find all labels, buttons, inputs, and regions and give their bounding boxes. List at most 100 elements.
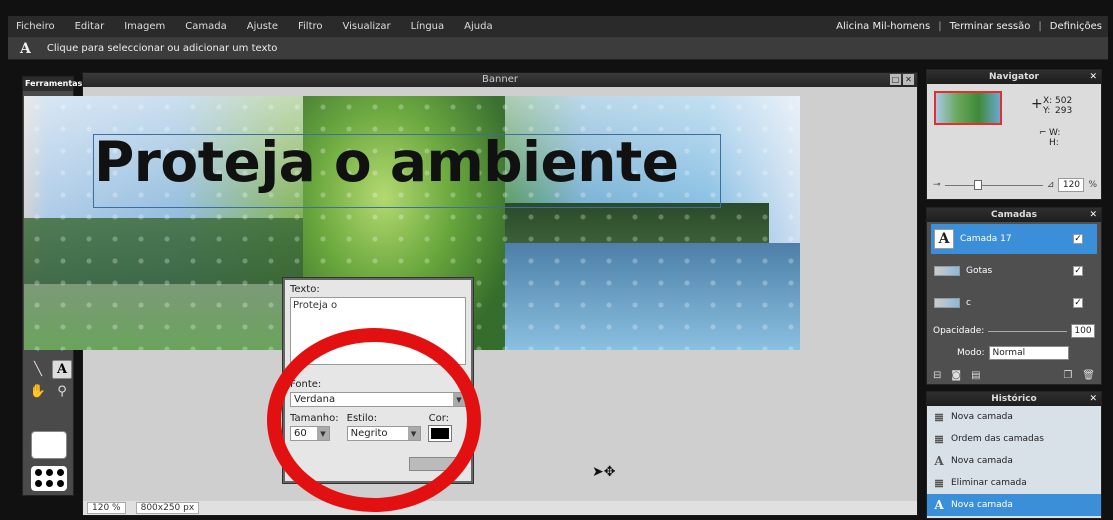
menu-ficheiro[interactable]: Ficheiro (16, 21, 55, 32)
trash-icon[interactable]: 🗑 (1082, 370, 1095, 381)
text-tool-icon: A (20, 40, 31, 57)
document-title: Banner (482, 74, 518, 85)
mode-label: Modo: (957, 348, 985, 358)
history-item[interactable]: ≣ Nova camada (927, 406, 1101, 428)
blend-mode-row: Modo: Normal (957, 346, 1095, 360)
text-step-icon: A (934, 454, 944, 468)
zoom-slider-row: ⊸ ⊿ 120 % (933, 178, 1097, 192)
close-icon[interactable]: ✕ (1089, 208, 1097, 222)
history-item-label: Ordem das camadas (951, 434, 1044, 444)
menu-imagem[interactable]: Imagem (124, 21, 165, 32)
y-value: 293 (1055, 106, 1073, 116)
opacity-label: Opacidade: (933, 326, 985, 336)
visibility-checkbox[interactable]: ✓ (1073, 266, 1083, 276)
history-panel: Histórico ✕ ≣ Nova camada ≣ Ordem das ca… (926, 391, 1102, 519)
zoom-unit: % (1088, 180, 1097, 190)
layers-panel: Camadas ✕ A Camada 17 ✓ Gotas ✓ c ✓ Opac… (926, 207, 1102, 385)
settings-link[interactable]: Definições (1050, 21, 1102, 32)
x-value: 502 (1055, 96, 1073, 106)
visibility-checkbox[interactable]: ✓ (1073, 234, 1083, 244)
color-swatch[interactable] (31, 431, 67, 459)
x-label: X: (1043, 96, 1053, 106)
history-item[interactable]: A Nova camada (927, 450, 1101, 472)
layer-thumbnail (934, 298, 960, 308)
opacity-input[interactable]: 100 (1071, 324, 1095, 338)
menu-ajuda[interactable]: Ajuda (464, 21, 492, 32)
document-titlebar[interactable]: Banner □ ✕ (83, 73, 917, 87)
navigator-title-label: Navigator (989, 72, 1039, 82)
banner-headline[interactable]: Proteja o ambiente (94, 130, 679, 194)
tool-hint: Clique para seleccionar ou adicionar um … (46, 43, 278, 54)
layer-name: Gotas (966, 266, 993, 276)
history-title[interactable]: Histórico ✕ (927, 392, 1101, 406)
cursor-coordinates: + X: 502 Y: 293 (1031, 96, 1083, 116)
visibility-checkbox[interactable]: ✓ (1073, 298, 1083, 308)
eyedropper-icon[interactable]: ╲ (28, 360, 48, 379)
new-layer-icon[interactable]: ❐ (1063, 370, 1072, 381)
type-tool-icon[interactable]: A (52, 360, 72, 379)
user-name[interactable]: Alicina Mil-homens (836, 21, 930, 32)
highlight-circle (267, 328, 481, 512)
separator: | (1038, 21, 1042, 32)
history-item[interactable]: ≣ Eliminar camada (927, 472, 1101, 494)
document-status-bar: 120 % 800x250 px (83, 501, 917, 515)
history-item[interactable]: ≣ Ordem das camadas (927, 428, 1101, 450)
close-icon[interactable]: ✕ (1089, 70, 1097, 84)
history-item-label: Eliminar camada (951, 478, 1027, 488)
history-item-label: Nova camada (951, 456, 1013, 466)
mode-select[interactable]: Normal (988, 346, 1069, 360)
layer-item[interactable]: Gotas ✓ (931, 256, 1097, 286)
zoom-slider[interactable] (944, 179, 1043, 190)
history-step-icon: ≣ (933, 432, 945, 446)
menu-bar: Ficheiro Editar Imagem Camada Ajuste Fil… (8, 16, 1108, 38)
menu-lingua[interactable]: Língua (411, 21, 445, 32)
navigator-thumbnail[interactable] (934, 91, 1002, 125)
opacity-slider[interactable] (988, 330, 1067, 332)
w-label: W: (1049, 128, 1061, 138)
history-step-icon: ≣ (933, 410, 945, 424)
menu-editar[interactable]: Editar (75, 21, 105, 32)
navigator-title[interactable]: Navigator ✕ (927, 70, 1101, 84)
history-item-label: Nova camada (951, 500, 1013, 510)
layer-mask-icon[interactable]: ◙ (951, 370, 961, 381)
layer-folder-icon[interactable]: ▤ (971, 370, 980, 381)
maximize-icon[interactable]: □ (890, 74, 901, 85)
logout-link[interactable]: Terminar sessão (950, 21, 1031, 32)
layer-item[interactable]: c ✓ (931, 288, 1097, 318)
text-step-icon: A (934, 498, 944, 512)
opacity-row: Opacidade: 100 (933, 324, 1095, 338)
menu-ajuste[interactable]: Ajuste (247, 21, 278, 32)
layer-thumbnail (934, 266, 960, 276)
hand-icon[interactable]: ✋ (28, 382, 48, 401)
palette-icon[interactable] (31, 466, 67, 491)
user-area: Alicina Mil-homens | Terminar sessão | D… (836, 21, 1108, 32)
layer-item[interactable]: A Camada 17 ✓ (931, 224, 1097, 254)
zoom-out-icon[interactable]: ⊸ (933, 180, 941, 190)
menu-visualizar[interactable]: Visualizar (343, 21, 391, 32)
layers-title[interactable]: Camadas ✕ (927, 208, 1101, 222)
selection-size-icon: ⌐ (1039, 128, 1047, 138)
text-label: Texto: (290, 284, 320, 295)
mouse-cursor-icon: ➤✥ (592, 464, 616, 480)
menu-filtro[interactable]: Filtro (298, 21, 323, 32)
text-layer-icon: A (934, 229, 954, 249)
layer-name: c (966, 298, 971, 308)
zoom-slider-handle[interactable] (974, 179, 983, 190)
menu-camada[interactable]: Camada (185, 21, 226, 32)
history-step-icon: ≣ (933, 476, 945, 490)
image-size: 800x250 px (135, 502, 200, 514)
history-title-label: Histórico (991, 394, 1037, 404)
history-item[interactable]: A Nova camada (927, 494, 1101, 516)
history-item-label: Nova camada (951, 412, 1013, 422)
zoom-in-icon[interactable]: ⊿ (1047, 180, 1055, 190)
close-icon[interactable]: ✕ (903, 74, 914, 85)
zoom-input[interactable]: 120 (1058, 178, 1085, 192)
h-label: H: (1049, 138, 1059, 148)
options-bar: A Clique para seleccionar ou adicionar u… (8, 38, 1108, 60)
app-window: Ficheiro Editar Imagem Camada Ajuste Fil… (0, 0, 1113, 520)
zoom-icon[interactable]: ⚲ (52, 382, 72, 401)
crosshair-icon: + (1031, 96, 1043, 112)
close-icon[interactable]: ✕ (1089, 392, 1097, 406)
zoom-level[interactable]: 120 % (87, 502, 126, 514)
layer-settings-icon[interactable]: ⊟ (933, 370, 941, 381)
